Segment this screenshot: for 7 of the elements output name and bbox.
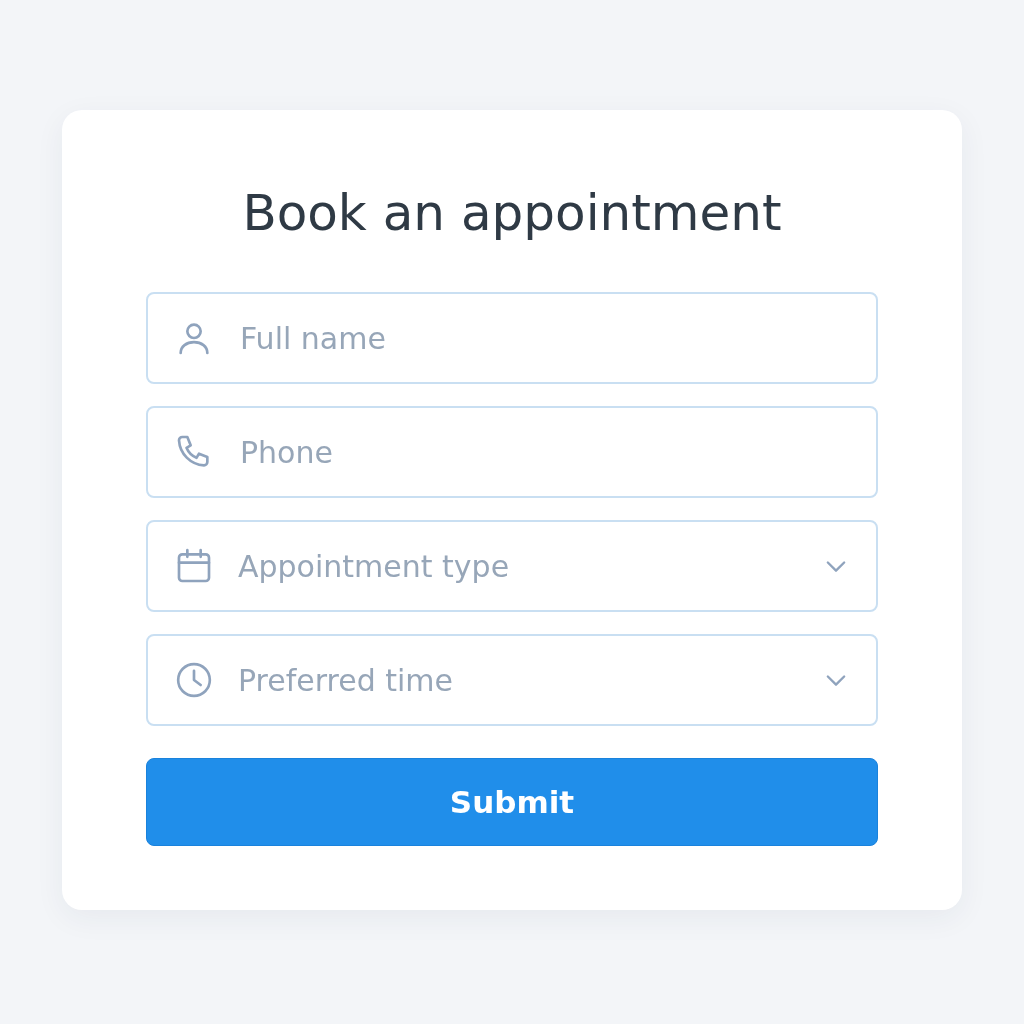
submit-button[interactable]: Submit xyxy=(146,758,878,846)
clock-icon xyxy=(174,660,214,700)
dropdown[interactable]: Appointment type xyxy=(146,520,878,612)
dropdown[interactable]: Preferred time xyxy=(146,634,878,726)
form-title: Book an appointment xyxy=(242,183,782,244)
input-field[interactable]: Phone xyxy=(146,406,878,498)
input-field[interactable]: Full name xyxy=(146,292,878,384)
